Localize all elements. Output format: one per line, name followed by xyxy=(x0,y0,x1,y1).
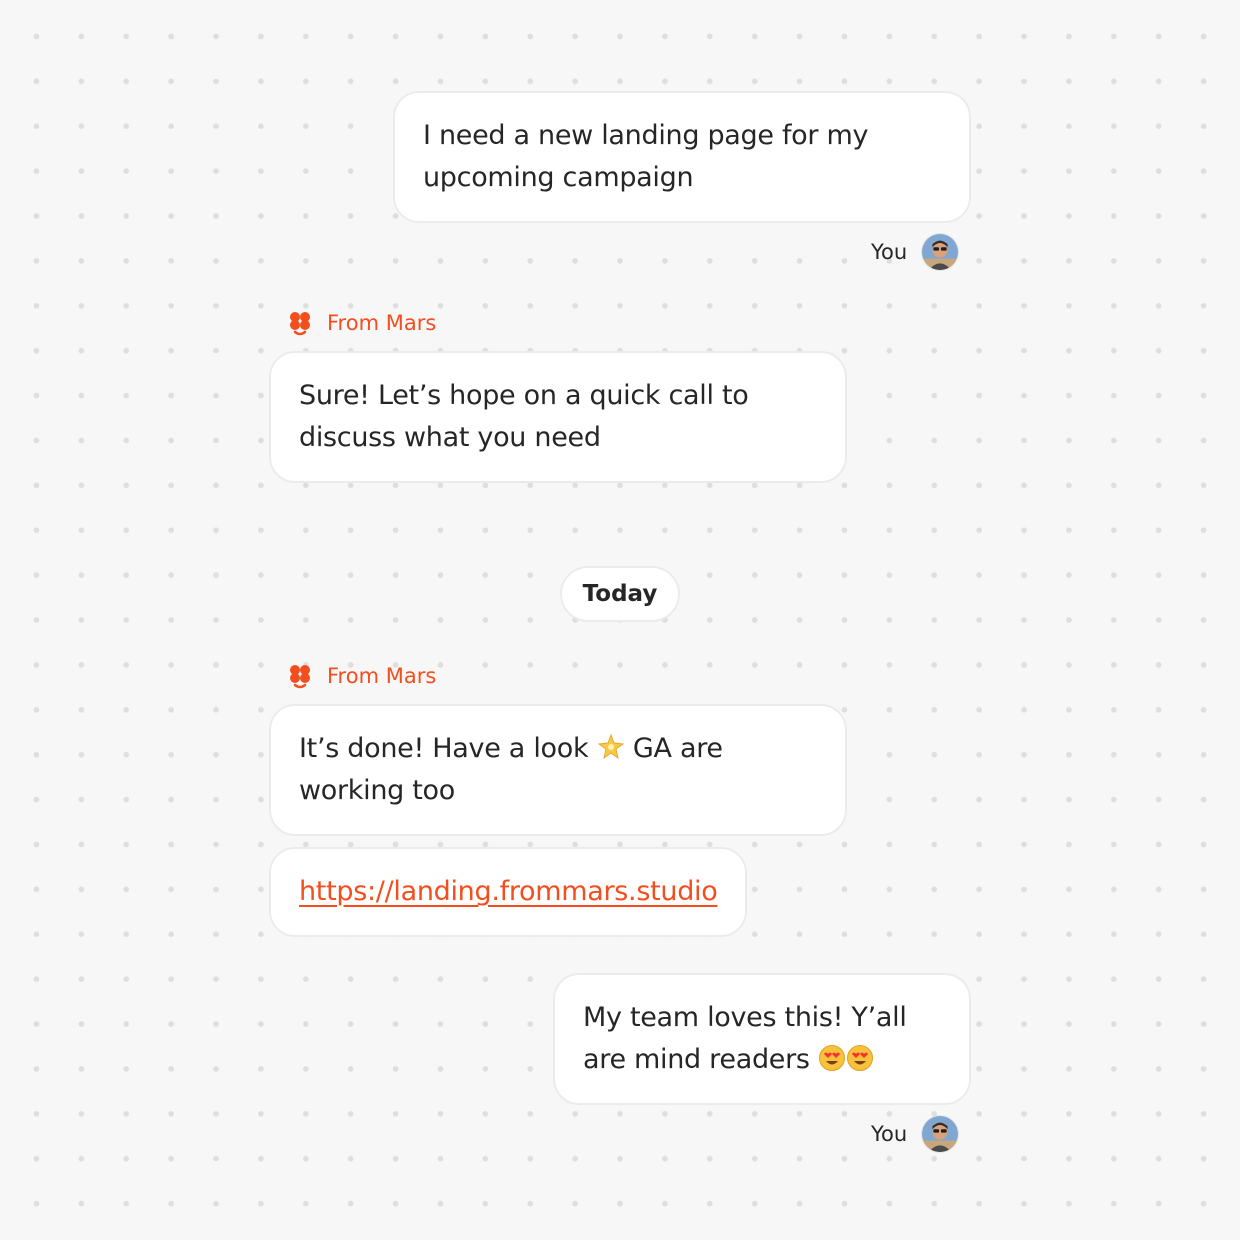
sender-name: From Mars xyxy=(327,664,437,688)
user-avatar-icon xyxy=(921,233,960,271)
message-text: Sure! Let’s hope on a quick call to disc… xyxy=(299,380,749,453)
message-bubble-you-2: My team loves this! Y’all are mind reade… xyxy=(553,973,971,1105)
sender-name: You xyxy=(871,1122,908,1146)
message-text: It’s done! Have a look GA are working to… xyxy=(299,728,817,812)
avatar[interactable] xyxy=(921,1115,960,1153)
message-text: I need a new landing page for my upcomin… xyxy=(423,120,869,193)
sender-you-2: You xyxy=(871,1115,960,1153)
message-bubble-mars-1: Sure! Let’s hope on a quick call to disc… xyxy=(269,351,847,483)
sender-name: From Mars xyxy=(327,311,437,335)
message-bubble-mars-2: It’s done! Have a look GA are working to… xyxy=(269,704,847,836)
sparkle-star-icon xyxy=(597,733,624,760)
sender-name: You xyxy=(871,240,908,264)
heart-eyes-emoji-icon xyxy=(818,1045,873,1071)
avatar[interactable] xyxy=(921,233,960,271)
message-bubble-you-1: I need a new landing page for my upcomin… xyxy=(393,91,971,223)
mars-label-1: From Mars xyxy=(287,310,436,336)
flower-logo-icon xyxy=(290,312,310,336)
landing-page-link[interactable]: https://landing.frommars.studio xyxy=(299,876,718,907)
user-avatar-icon xyxy=(921,1115,960,1153)
flower-logo-icon xyxy=(290,665,310,689)
message-text-part: It’s done! Have a look xyxy=(299,733,589,764)
date-separator: Today xyxy=(560,566,680,622)
message-bubble-mars-link: https://landing.frommars.studio xyxy=(269,847,747,937)
sender-you-1: You xyxy=(871,233,960,271)
mars-label-2: From Mars xyxy=(287,663,436,689)
message-text: My team loves this! Y’all are mind reade… xyxy=(583,997,941,1081)
